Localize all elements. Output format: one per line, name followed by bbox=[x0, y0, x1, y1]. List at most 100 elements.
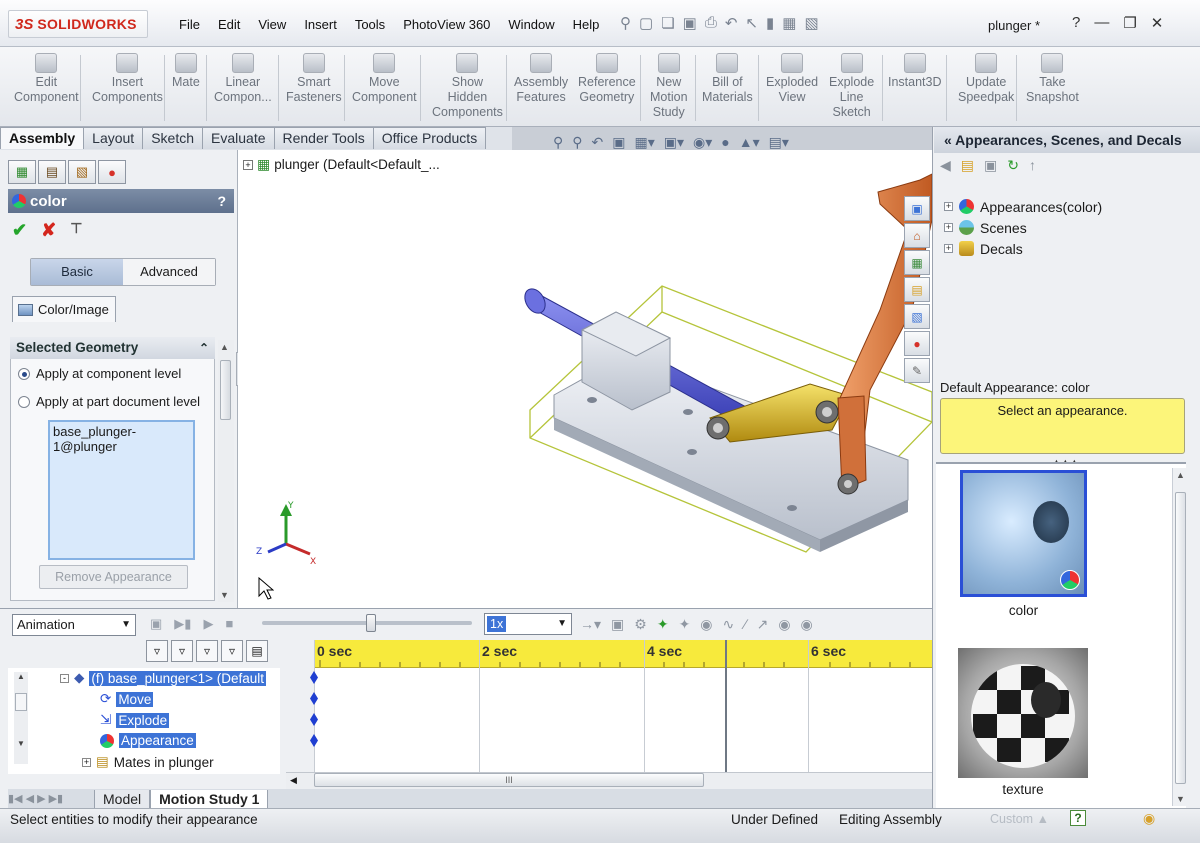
close-icon[interactable]: ✕ bbox=[1151, 14, 1164, 32]
display-style-icon[interactable]: ▣▾ bbox=[664, 134, 684, 151]
plunger-model[interactable] bbox=[520, 160, 933, 561]
playback-mode-icon[interactable]: →▾ bbox=[580, 616, 601, 633]
play-icon[interactable]: ▶ bbox=[203, 616, 213, 632]
study-type-select[interactable]: Animation ▼ bbox=[12, 614, 136, 636]
tab-sketch[interactable]: Sketch bbox=[142, 127, 204, 149]
stop-icon[interactable]: ■ bbox=[225, 616, 233, 632]
instant3d-button[interactable]: Instant3D bbox=[888, 53, 942, 90]
basic-button[interactable]: Basic bbox=[31, 259, 123, 285]
animation-wizard-icon[interactable]: ⚙ bbox=[634, 616, 647, 633]
rebuild-status-icon[interactable]: ◉ bbox=[1143, 810, 1155, 827]
radio-component-level[interactable]: Apply at component level bbox=[18, 366, 181, 381]
home-icon[interactable]: ⌂ bbox=[904, 223, 930, 248]
reference-geometry-button[interactable]: Reference Geometry bbox=[578, 53, 636, 105]
insert-components-button[interactable]: Insert Components bbox=[92, 53, 163, 105]
expand-plus-icon[interactable]: + bbox=[82, 757, 91, 767]
view-settings-icon[interactable]: ▤▾ bbox=[769, 134, 789, 151]
spring-icon[interactable]: ∿ bbox=[723, 616, 735, 633]
update-speedpak-button[interactable]: Update Speedpak bbox=[958, 53, 1014, 105]
save-animation-icon[interactable]: ▣ bbox=[611, 616, 624, 633]
selected-geometry-header[interactable]: Selected Geometry ⌃ bbox=[10, 337, 215, 359]
scroll-down-icon[interactable]: ▼ bbox=[1176, 794, 1185, 804]
motion-row-appearance[interactable]: Appearance bbox=[100, 733, 196, 748]
tab-layout[interactable]: Layout bbox=[83, 127, 144, 149]
back-icon[interactable]: ◀ bbox=[940, 157, 951, 174]
collapse-chevron-icon[interactable]: ⌃ bbox=[199, 337, 209, 359]
filter-driving-icon[interactable]: ▿ bbox=[171, 640, 193, 662]
tab-office-products[interactable]: Office Products bbox=[372, 127, 487, 149]
show-hidden-components-button[interactable]: Show Hidden Components bbox=[432, 53, 503, 120]
tree-node-appearances[interactable]: + Appearances(color) bbox=[944, 196, 1102, 217]
edit-appearance-icon[interactable]: ● bbox=[721, 134, 729, 151]
motion-row-mates[interactable]: + ▤ Mates in plunger bbox=[82, 754, 214, 770]
filter-selected-icon[interactable]: ▿ bbox=[196, 640, 218, 662]
menu-view[interactable]: View bbox=[249, 17, 295, 32]
section-view-icon[interactable]: ▣ bbox=[612, 134, 625, 151]
remove-appearance-button[interactable]: Remove Appearance bbox=[39, 565, 188, 589]
pm-help-icon[interactable]: ? bbox=[217, 193, 226, 209]
selected-entity[interactable]: base_plunger-1@plunger bbox=[53, 424, 190, 454]
appearances-scenes-icon[interactable]: ● bbox=[904, 331, 930, 356]
autokey-icon[interactable]: ✦ bbox=[657, 616, 669, 633]
explode-line-sketch-button[interactable]: Explode Line Sketch bbox=[829, 53, 874, 120]
appearance-manager-icon[interactable]: ● bbox=[98, 160, 126, 184]
filter-animated-icon[interactable]: ▿ bbox=[146, 640, 168, 662]
solidworks-logo[interactable]: 3S SOLIDWORKS bbox=[8, 10, 148, 38]
new-document-icon[interactable]: ▢ bbox=[639, 14, 653, 32]
linear-component-button[interactable]: Linear Compon... bbox=[214, 53, 272, 105]
select-icon[interactable]: ↖ bbox=[745, 14, 758, 32]
advanced-button[interactable]: Advanced bbox=[123, 259, 215, 285]
play-from-start-icon[interactable]: ▶▮ bbox=[174, 616, 191, 632]
scroll-down-icon[interactable]: ▼ bbox=[220, 590, 229, 600]
zoom-to-fit-icon[interactable]: ⚲ bbox=[553, 134, 563, 151]
timeline-scroll-thumb[interactable]: III bbox=[314, 773, 704, 787]
open-icon[interactable]: ❏ bbox=[661, 14, 674, 32]
refresh-icon[interactable]: ↻ bbox=[1007, 157, 1019, 174]
configuration-manager-icon[interactable]: ▧ bbox=[68, 160, 96, 184]
tab-color-image[interactable]: Color/Image bbox=[12, 296, 116, 322]
smart-fasteners-button[interactable]: Smart Fasteners bbox=[286, 53, 342, 105]
solidworks-resources-icon[interactable]: ▣ bbox=[904, 196, 930, 221]
undo-icon[interactable]: ↶ bbox=[725, 14, 738, 32]
tree-node-decals[interactable]: + Decals bbox=[944, 238, 1102, 259]
scroll-up-icon[interactable]: ▲ bbox=[14, 672, 28, 681]
new-motion-study-button[interactable]: New Motion Study bbox=[650, 53, 688, 120]
thumbnail-scrollbar[interactable]: ▲ ▼ bbox=[1172, 468, 1188, 806]
property-manager-icon[interactable]: ▤ bbox=[38, 160, 66, 184]
tab-assembly[interactable]: Assembly bbox=[0, 127, 85, 149]
expand-minus-icon[interactable]: - bbox=[60, 673, 69, 683]
view-palette-icon[interactable]: ▧ bbox=[904, 304, 930, 329]
radio-part-level[interactable]: Apply at part document level bbox=[18, 394, 200, 409]
scroll-thumb[interactable] bbox=[220, 360, 231, 420]
gravity-icon[interactable]: ◉ bbox=[801, 616, 813, 633]
menu-photoview[interactable]: PhotoView 360 bbox=[394, 17, 499, 32]
motion-tree-scrollbar[interactable]: ▲ ▼ bbox=[14, 672, 28, 764]
playback-speed-select[interactable]: 1x ▼ bbox=[484, 613, 572, 635]
scroll-left-icon[interactable]: ◀ bbox=[290, 775, 297, 786]
rebuild-icon[interactable]: ▮ bbox=[766, 14, 774, 32]
cancel-x-icon[interactable]: ✘ bbox=[41, 220, 56, 241]
motor-icon[interactable]: ◉ bbox=[700, 616, 712, 633]
bill-of-materials-button[interactable]: Bill of Materials bbox=[702, 53, 753, 105]
design-library-icon[interactable]: ▦ bbox=[904, 250, 930, 275]
tab-scroll-arrows-icon[interactable]: ▮◀ ◀ ▶ ▶▮ bbox=[8, 790, 94, 808]
save-icon[interactable]: ▣ bbox=[683, 14, 697, 32]
motion-row-explode[interactable]: ⇲ Explode bbox=[100, 712, 170, 728]
flyout-tree-root[interactable]: + ▦ plunger (Default<Default_... bbox=[243, 156, 440, 173]
quick-tips-help-icon[interactable]: ? bbox=[1070, 810, 1086, 826]
zoom-to-area-icon[interactable]: ⚲ bbox=[572, 134, 582, 151]
force-icon[interactable]: ↗ bbox=[757, 616, 769, 633]
hide-show-icon[interactable]: ◉▾ bbox=[693, 134, 712, 151]
tab-evaluate[interactable]: Evaluate bbox=[202, 127, 275, 149]
menu-tools[interactable]: Tools bbox=[346, 17, 394, 32]
file-explorer-icon[interactable]: ▤ bbox=[904, 277, 930, 302]
add-folder-icon[interactable]: ▤ bbox=[961, 157, 974, 174]
help-icon[interactable]: ? bbox=[1072, 14, 1080, 32]
custom-properties-icon[interactable]: ✎ bbox=[904, 358, 930, 383]
pin-icon[interactable]: ⚲ bbox=[620, 14, 631, 32]
minimize-icon[interactable]: — bbox=[1094, 14, 1109, 32]
tree-node-scenes[interactable]: + Scenes bbox=[944, 217, 1102, 238]
filter-results-icon[interactable]: ▿ bbox=[221, 640, 243, 662]
menu-window[interactable]: Window bbox=[499, 17, 563, 32]
menu-file[interactable]: File bbox=[170, 17, 209, 32]
